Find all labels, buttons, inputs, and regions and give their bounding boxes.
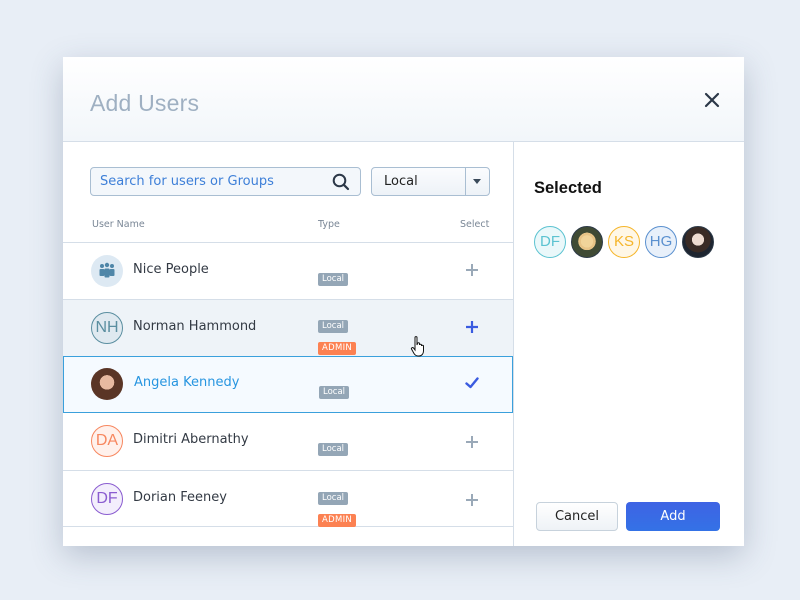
add-icon[interactable] [465, 435, 479, 449]
user-name: Angela Kennedy [134, 375, 240, 390]
source-select-toggle[interactable] [465, 168, 489, 195]
badge-admin: ADMIN [318, 342, 357, 355]
type-badges: Local [318, 436, 378, 458]
group-icon [99, 262, 115, 278]
avatar: NH [91, 312, 123, 344]
user-name: Norman Hammond [133, 319, 257, 334]
search-icon[interactable] [332, 173, 350, 191]
user-list-pane: Local User Name Type Select [63, 142, 513, 546]
table-row[interactable]: NH Norman Hammond Local ADMIN [63, 299, 513, 356]
search-box[interactable] [90, 167, 361, 196]
badge-local: Local [318, 492, 349, 505]
add-icon[interactable] [465, 263, 479, 277]
badge-local: Local [318, 273, 349, 286]
badge-local: Local [318, 443, 349, 456]
column-header-user-name: User Name [92, 219, 145, 230]
selected-chip[interactable] [682, 226, 714, 258]
avatar: DF [91, 483, 123, 515]
user-name: Nice People [133, 262, 209, 277]
table-row[interactable]: Nice People Local [63, 242, 513, 299]
user-list: Nice People Local NH Norman Hammond Loca… [63, 242, 513, 527]
close-icon [704, 92, 720, 108]
column-header-type: Type [318, 219, 340, 230]
avatar: DA [91, 425, 123, 457]
cancel-button[interactable]: Cancel [536, 502, 618, 531]
selected-pane: Selected DF KS HG Cancel Add [513, 142, 744, 546]
dialog-title: Add Users [90, 90, 200, 116]
close-button[interactable] [703, 91, 721, 109]
type-badges: Local ADMIN [318, 313, 378, 357]
type-badges: Local [319, 379, 379, 401]
add-icon[interactable] [465, 493, 479, 507]
column-header-select: Select [460, 219, 490, 230]
search-input[interactable] [91, 168, 331, 195]
table-row[interactable]: DA Dimitri Abernathy Local [63, 413, 513, 470]
source-select-value: Local [384, 174, 418, 189]
add-icon[interactable] [465, 320, 479, 334]
table-row[interactable]: Angela Kennedy Local [63, 356, 513, 413]
selected-chip[interactable]: KS [608, 226, 640, 258]
add-button[interactable]: Add [626, 502, 720, 531]
selected-chip[interactable]: HG [645, 226, 677, 258]
source-select[interactable]: Local [371, 167, 490, 196]
chevron-down-icon [473, 179, 481, 184]
badge-local: Local [318, 320, 349, 333]
type-badges: Local ADMIN [318, 485, 378, 529]
dialog-header: Add Users [63, 57, 744, 142]
table-row[interactable]: DF Dorian Feeney Local ADMIN [63, 470, 513, 527]
selected-chip[interactable]: DF [534, 226, 566, 258]
selected-chip[interactable] [571, 226, 603, 258]
selected-title: Selected [534, 179, 602, 197]
add-users-dialog: Add Users Local User Name Type Select [63, 57, 744, 546]
checkmark-icon[interactable] [465, 376, 479, 390]
badge-local: Local [319, 386, 350, 399]
avatar [91, 255, 123, 287]
type-badges: Local [318, 266, 378, 288]
avatar [91, 368, 123, 400]
badge-admin: ADMIN [318, 514, 357, 527]
user-name: Dimitri Abernathy [133, 432, 249, 447]
user-name: Dorian Feeney [133, 490, 227, 505]
